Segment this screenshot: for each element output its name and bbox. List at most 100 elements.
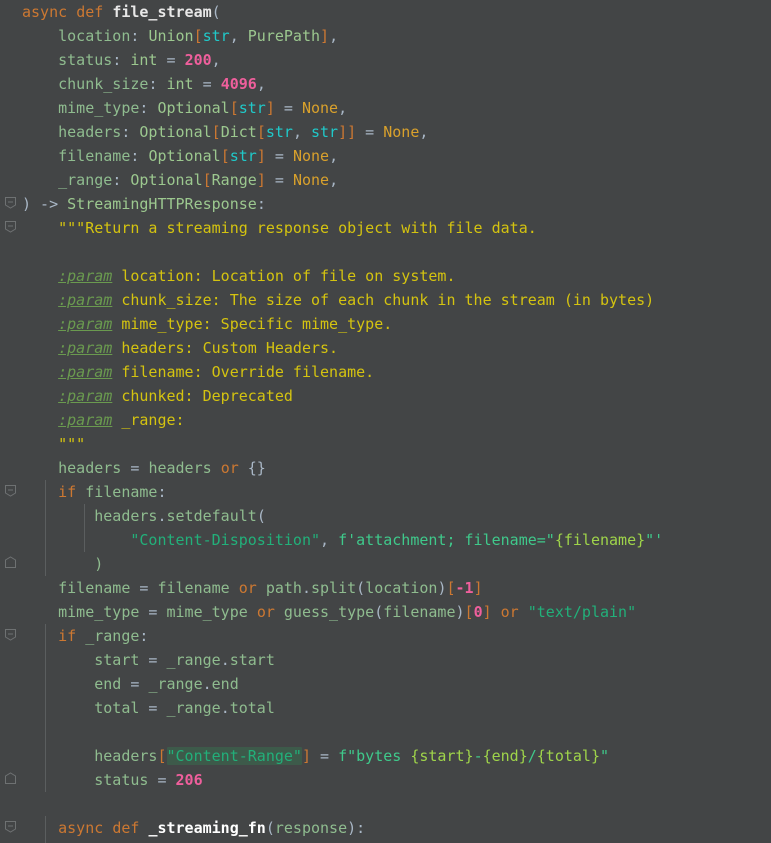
fold-chevron-icon bbox=[5, 197, 16, 209]
code-token: {total} bbox=[536, 747, 600, 765]
code-line[interactable]: :param mime_type: Specific mime_type. bbox=[0, 312, 392, 336]
code-line[interactable]: headers: Optional[Dict[str, str]] = None… bbox=[0, 120, 428, 144]
code-token: :param bbox=[58, 267, 113, 285]
code-token: status bbox=[58, 51, 113, 69]
code-line[interactable]: status: int = 200, bbox=[0, 48, 221, 72]
code-token: = bbox=[121, 675, 149, 693]
code-line[interactable]: :param filename: Override filename. bbox=[0, 360, 374, 384]
code-token: = bbox=[148, 771, 176, 789]
code-line[interactable]: :param location: Location of file on sys… bbox=[0, 264, 455, 288]
code-token: _range bbox=[58, 171, 113, 189]
code-line[interactable]: start = _range.start bbox=[0, 648, 275, 672]
code-token: f"bytes bbox=[338, 747, 411, 765]
code-line[interactable]: ) -> StreamingHTTPResponse: bbox=[0, 192, 266, 216]
code-line[interactable]: mime_type: Optional[str] = None, bbox=[0, 96, 347, 120]
code-line[interactable]: headers.setdefault( bbox=[0, 504, 266, 528]
code-token: if bbox=[58, 627, 77, 645]
code-line[interactable]: status = 206 bbox=[0, 768, 202, 792]
code-token: ] bbox=[473, 579, 483, 597]
code-token: _streaming_fn bbox=[148, 819, 266, 837]
code-token: ( bbox=[356, 579, 366, 597]
code-line[interactable]: headers["Content-Range"] = f"bytes {star… bbox=[0, 744, 609, 768]
code-token: None bbox=[292, 147, 330, 165]
code-line[interactable]: :param chunked: Deprecated bbox=[0, 384, 293, 408]
code-token: ) bbox=[347, 819, 357, 837]
code-line[interactable]: filename = filename or path.split(locati… bbox=[0, 576, 483, 600]
code-token: = bbox=[121, 459, 149, 477]
code-token: : bbox=[112, 171, 131, 189]
code-editor[interactable]: async def file_stream( location: Union[s… bbox=[0, 0, 771, 843]
code-token: . bbox=[202, 675, 212, 693]
code-token: : bbox=[148, 75, 167, 93]
code-token: f'attachment; filename=" bbox=[338, 531, 555, 549]
code-token: or bbox=[238, 579, 257, 597]
code-token: mime_type bbox=[58, 603, 140, 621]
code-token: StreamingHTTPResponse bbox=[67, 195, 257, 213]
code-line[interactable]: mime_type = mime_type or guess_type(file… bbox=[0, 600, 636, 624]
code-token: None bbox=[383, 123, 420, 141]
fold-chevron-icon bbox=[5, 221, 16, 233]
code-line[interactable]: async def file_stream( bbox=[0, 0, 221, 24]
code-token: " bbox=[600, 747, 610, 765]
fold-marker-streaming-fn[interactable] bbox=[4, 820, 17, 833]
code-line[interactable]: :param _range: bbox=[0, 408, 184, 432]
code-line[interactable]: filename: Optional[str] = None, bbox=[0, 144, 338, 168]
code-token: filename bbox=[58, 147, 131, 165]
code-token: location bbox=[365, 579, 438, 597]
code-token: , bbox=[320, 531, 339, 549]
code-token: ] bbox=[256, 147, 266, 165]
code-token: mime_type bbox=[166, 603, 248, 621]
code-token: , bbox=[419, 123, 429, 141]
code-token: _range bbox=[148, 675, 203, 693]
code-line[interactable]: total = _range.total bbox=[0, 696, 275, 720]
code-token: ( bbox=[265, 819, 275, 837]
code-token: int bbox=[166, 75, 194, 93]
code-token: : bbox=[112, 51, 131, 69]
code-token: , bbox=[211, 51, 221, 69]
code-token: Optional bbox=[139, 123, 212, 141]
code-token: . bbox=[301, 579, 311, 597]
fold-marker-if-range[interactable] bbox=[4, 628, 17, 641]
editor-gutter[interactable] bbox=[0, 0, 22, 843]
code-token: = bbox=[356, 123, 384, 141]
fold-marker-signature-end[interactable] bbox=[4, 196, 17, 209]
fold-marker-docstring[interactable] bbox=[4, 220, 17, 233]
code-token: 200 bbox=[184, 51, 212, 69]
code-token: : bbox=[130, 27, 149, 45]
code-line[interactable]: "Content-Disposition", f'attachment; fil… bbox=[0, 528, 663, 552]
code-line[interactable]: if filename: bbox=[0, 480, 166, 504]
code-token: filename bbox=[157, 579, 230, 597]
code-text-area[interactable]: async def file_stream( location: Union[s… bbox=[0, 0, 771, 843]
code-line[interactable]: async def _streaming_fn(response): bbox=[0, 816, 365, 840]
code-line[interactable]: chunk_size: int = 4096, bbox=[0, 72, 266, 96]
code-token: , bbox=[329, 27, 339, 45]
code-line[interactable]: :param chunk_size: The size of each chun… bbox=[0, 288, 654, 312]
code-token: """ bbox=[22, 435, 86, 453]
code-line[interactable]: if _range: bbox=[0, 624, 148, 648]
code-token: "Content-Disposition" bbox=[130, 531, 321, 549]
code-token: ( bbox=[256, 507, 266, 525]
fold-marker-if-range-end[interactable] bbox=[4, 772, 17, 785]
code-line[interactable]: location: Union[str, PurePath], bbox=[0, 24, 338, 48]
code-line[interactable]: """Return a streaming response object wi… bbox=[0, 216, 537, 240]
code-token: = bbox=[139, 651, 167, 669]
code-line[interactable]: end = _range.end bbox=[0, 672, 239, 696]
fold-marker-if-filename[interactable] bbox=[4, 484, 17, 497]
code-line[interactable]: headers = headers or {} bbox=[0, 456, 266, 480]
code-token: ]] bbox=[338, 123, 357, 141]
code-line[interactable]: :param headers: Custom Headers. bbox=[0, 336, 338, 360]
code-token: def bbox=[76, 3, 113, 21]
code-token: filename bbox=[383, 603, 456, 621]
fold-marker-if-filename-end[interactable] bbox=[4, 556, 17, 569]
code-line[interactable]: _range: Optional[Range] = None, bbox=[0, 168, 338, 192]
